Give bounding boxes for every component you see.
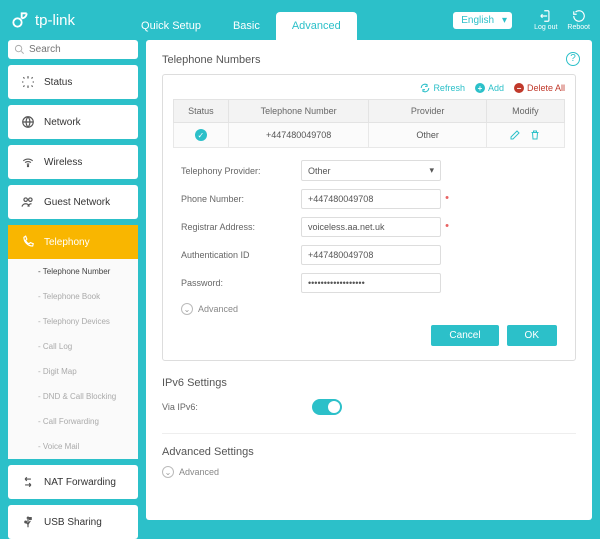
advanced-settings-toggle[interactable]: ⌄ Advanced <box>162 466 576 478</box>
refresh-icon <box>420 83 430 93</box>
reboot-button[interactable]: Reboot <box>567 9 590 31</box>
sub-call-log[interactable]: - Call Log <box>8 334 138 359</box>
minus-icon: − <box>514 83 524 93</box>
phone-input[interactable] <box>301 189 441 209</box>
sub-dnd[interactable]: - DND & Call Blocking <box>8 384 138 409</box>
phone-label: Phone Number: <box>181 194 301 204</box>
sub-voice-mail[interactable]: - Voice Mail <box>8 434 138 459</box>
table-row[interactable]: +447480049708 Other <box>174 123 565 148</box>
cancel-button[interactable]: Cancel <box>431 325 498 346</box>
password-label: Password: <box>181 278 301 288</box>
col-modify: Modify <box>486 100 564 123</box>
ipv6-toggle[interactable] <box>312 399 342 415</box>
password-input[interactable] <box>301 273 441 293</box>
col-status: Status <box>174 100 229 123</box>
section-title-numbers: Telephone Numbers <box>162 54 576 66</box>
section-title-ipv6: IPv6 Settings <box>162 377 576 389</box>
col-provider: Provider <box>369 100 486 123</box>
help-icon[interactable]: ? <box>566 52 580 66</box>
tplink-icon <box>10 10 30 30</box>
provider-select[interactable]: Other▾ <box>301 160 441 181</box>
usb-icon <box>21 515 35 529</box>
chevron-down-icon: ⌄ <box>181 303 193 315</box>
search-box[interactable] <box>8 40 138 59</box>
section-title-advanced: Advanced Settings <box>162 446 576 458</box>
auth-input[interactable] <box>301 245 441 265</box>
search-input[interactable] <box>29 44 119 55</box>
sub-telephony-devices[interactable]: - Telephony Devices <box>8 309 138 334</box>
tab-basic[interactable]: Basic <box>217 12 276 40</box>
nav-guest-network[interactable]: Guest Network <box>8 185 138 219</box>
sub-call-forwarding[interactable]: - Call Forwarding <box>8 409 138 434</box>
wifi-icon <box>21 155 35 169</box>
cell-provider: Other <box>369 123 486 148</box>
phone-icon <box>21 235 35 249</box>
col-number: Telephone Number <box>228 100 369 123</box>
sub-telephone-number[interactable]: - Telephone Number <box>8 259 138 284</box>
ok-button[interactable]: OK <box>507 325 557 346</box>
auth-label: Authentication ID <box>181 250 301 260</box>
globe-icon <box>21 115 35 129</box>
plus-icon: + <box>475 83 485 93</box>
add-button[interactable]: + Add <box>475 83 504 93</box>
logout-icon <box>539 9 553 23</box>
telephone-table: Status Telephone Number Provider Modify … <box>173 99 565 148</box>
nav-nat-forwarding[interactable]: NAT Forwarding <box>8 465 138 499</box>
chevron-down-icon: ⌄ <box>162 466 174 478</box>
language-select[interactable]: English <box>453 12 512 29</box>
status-icon <box>21 75 35 89</box>
brand-logo: tp-link <box>10 10 75 30</box>
advanced-toggle[interactable]: ⌄ Advanced <box>181 303 557 315</box>
guest-icon <box>21 195 35 209</box>
chevron-down-icon: ▾ <box>429 165 434 176</box>
registrar-input[interactable] <box>301 217 441 237</box>
trash-icon[interactable] <box>529 129 541 141</box>
sub-digit-map[interactable]: - Digit Map <box>8 359 138 384</box>
registrar-label: Registrar Address: <box>181 222 301 232</box>
nav-network[interactable]: Network <box>8 105 138 139</box>
delete-all-button[interactable]: − Delete All <box>514 83 565 93</box>
sub-telephone-book[interactable]: - Telephone Book <box>8 284 138 309</box>
nav-telephony[interactable]: Telephony <box>8 225 138 259</box>
reboot-icon <box>572 9 586 23</box>
refresh-button[interactable]: Refresh <box>420 83 465 93</box>
nat-icon <box>21 475 35 489</box>
required-mark: • <box>445 220 449 232</box>
required-mark: • <box>445 192 449 204</box>
provider-label: Telephony Provider: <box>181 166 301 176</box>
search-icon <box>14 44 25 55</box>
status-ok-icon <box>195 129 207 141</box>
nav-status[interactable]: Status <box>8 65 138 99</box>
nav-usb-sharing[interactable]: USB Sharing <box>8 505 138 539</box>
tab-advanced[interactable]: Advanced <box>276 12 357 40</box>
logout-button[interactable]: Log out <box>534 9 557 31</box>
tab-quick-setup[interactable]: Quick Setup <box>125 12 217 40</box>
cell-number: +447480049708 <box>228 123 369 148</box>
edit-icon[interactable] <box>509 129 521 141</box>
divider <box>162 433 576 434</box>
nav-wireless[interactable]: Wireless <box>8 145 138 179</box>
ipv6-label: Via IPv6: <box>162 402 312 412</box>
